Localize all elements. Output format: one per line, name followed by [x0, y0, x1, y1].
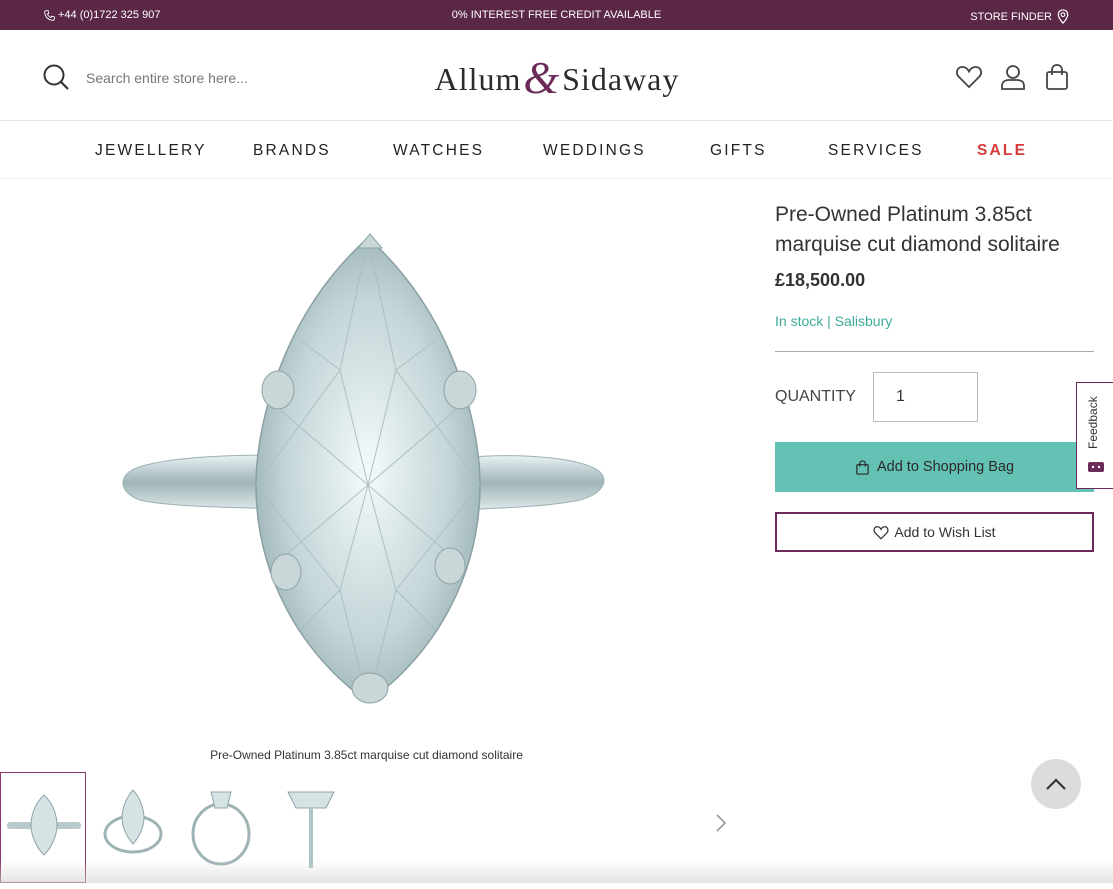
- nav-jewellery[interactable]: JEWELLERY: [95, 142, 207, 160]
- top-bar: +44 (0)1722 325 907 0% INTEREST FREE CRE…: [0, 0, 1113, 30]
- image-caption: Pre-Owned Platinum 3.85ct marquise cut d…: [210, 748, 523, 762]
- store-finder-label: STORE FINDER: [970, 10, 1052, 23]
- add-to-wishlist-button[interactable]: Add to Wish List: [775, 512, 1094, 552]
- cart-icon[interactable]: [1043, 63, 1071, 91]
- chevron-right-icon[interactable]: [712, 812, 730, 834]
- store-finder-link[interactable]: STORE FINDER: [970, 9, 1069, 24]
- quantity-label: QUANTITY: [775, 388, 856, 405]
- nav-sale[interactable]: SALE: [977, 142, 1027, 160]
- heart-icon: [873, 525, 889, 540]
- bag-icon: [1046, 64, 1068, 90]
- user-icon: [1001, 65, 1025, 90]
- site-logo[interactable]: Allum & Sidaway: [406, 52, 708, 103]
- chevron-up-icon: [1046, 778, 1066, 790]
- main-nav: JEWELLERY BRANDS WATCHES WEDDINGS GIFTS …: [0, 121, 1113, 179]
- wishlist-icon[interactable]: [955, 63, 983, 91]
- nav-gifts[interactable]: GIFTS: [710, 142, 767, 160]
- logo-sidaway: Sidaway: [562, 61, 680, 97]
- nav-services[interactable]: SERVICES: [828, 142, 924, 160]
- feedback-label: Feedback: [1086, 396, 1100, 449]
- nav-weddings[interactable]: WEDDINGS: [543, 142, 646, 160]
- add-to-bag-label: Add to Shopping Bag: [876, 459, 1015, 475]
- logo-ampersand: &: [523, 52, 561, 103]
- add-to-bag-button[interactable]: Add to Shopping Bag: [775, 442, 1094, 492]
- product-main-image[interactable]: [40, 190, 700, 745]
- heart-icon: [956, 66, 982, 89]
- map-pin-icon: [1057, 9, 1069, 24]
- site-header: Allum & Sidaway: [0, 30, 1113, 121]
- scroll-to-top-button[interactable]: [1031, 759, 1081, 809]
- credit-banner[interactable]: 0% INTEREST FREE CREDIT AVAILABLE: [0, 9, 1113, 21]
- nav-watches[interactable]: WATCHES: [393, 142, 484, 160]
- divider: [775, 351, 1094, 352]
- add-to-wishlist-label: Add to Wish List: [894, 524, 996, 540]
- feedback-tab[interactable]: Feedback: [1076, 382, 1113, 489]
- quantity-input[interactable]: [873, 372, 978, 422]
- logo-allum: Allum: [434, 61, 522, 97]
- bottom-shadow: [0, 860, 1113, 883]
- search-input[interactable]: [80, 66, 340, 90]
- product-price: £18,500.00: [775, 270, 866, 290]
- stock-status: In stock | Salisbury: [775, 313, 893, 329]
- bag-icon: [856, 459, 869, 475]
- product-title: Pre-Owned Platinum 3.85ct marquise cut d…: [775, 203, 1060, 256]
- search-icon[interactable]: [42, 63, 70, 91]
- account-icon[interactable]: [999, 63, 1027, 91]
- chat-icon: [1088, 462, 1104, 472]
- nav-brands[interactable]: BRANDS: [253, 142, 331, 160]
